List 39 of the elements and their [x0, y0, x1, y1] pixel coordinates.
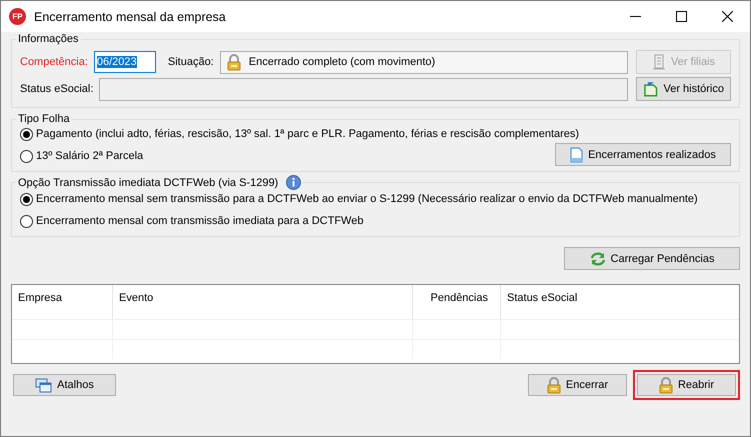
competencia-field[interactable]: 06/2023 [94, 51, 156, 73]
column-header: Empresa [12, 285, 113, 319]
load-pending-button[interactable]: Carregar Pendências [564, 247, 740, 270]
situacao-field: Encerrado completo (com movimento) [220, 50, 628, 74]
refresh-icon [590, 252, 606, 266]
radio-button[interactable] [20, 128, 33, 140]
action-button[interactable]: Reabrir [637, 374, 736, 396]
radio-button[interactable] [20, 192, 33, 206]
column-header: Evento [113, 285, 413, 319]
group-title: Informações [17, 33, 80, 45]
padlock-icon [226, 54, 241, 70]
action-button[interactable]: Encerrar [528, 374, 627, 396]
padlock-icon [546, 376, 561, 394]
radio-button[interactable] [20, 214, 33, 228]
padlock-icon [658, 376, 673, 394]
field-label: Situação: [168, 56, 214, 68]
maximize-icon[interactable] [676, 11, 687, 22]
group-title: Opção Transmissão imediata DCTFWeb (via S-1299) [16, 175, 304, 190]
option-label: Pagamento (inclui adto, férias, rescisão, 13º sal. 1ª parc e PLR. Pagamento, férias e rescisão complementares) [36, 128, 580, 140]
column-header: Status eSocial [506, 291, 578, 306]
app-logo: FP [9, 8, 26, 25]
field-label: Competência: [20, 56, 88, 68]
window-title: Encerramento mensal da empresa [34, 10, 226, 24]
document-icon [570, 146, 584, 162]
option-label: Encerramento mensal com transmissão imediata para a DCTFWeb [36, 215, 364, 227]
info-icon[interactable] [286, 175, 302, 190]
option-label: Encerramento mensal sem transmissão para a DCTFWeb ao enviar o S-1299 (Necessário realizar o envio da DCTFWeb manualmente) [36, 193, 698, 205]
shortcuts-button[interactable]: Atalhos [13, 374, 116, 396]
field-label: Status eSocial: [20, 83, 94, 95]
building-icon [652, 54, 666, 70]
windows-icon [35, 378, 52, 392]
column-header: Pendências [413, 285, 501, 319]
radio-button[interactable] [20, 150, 33, 162]
group-title: Tipo Folha [17, 113, 71, 125]
option-label: 13º Salário 2ª Parcela [36, 150, 144, 162]
document-icon [643, 81, 658, 97]
view-history-button[interactable]: Ver histórico [636, 77, 731, 101]
closings-button[interactable]: Encerramentos realizados [555, 143, 731, 166]
close-icon[interactable] [722, 11, 733, 22]
